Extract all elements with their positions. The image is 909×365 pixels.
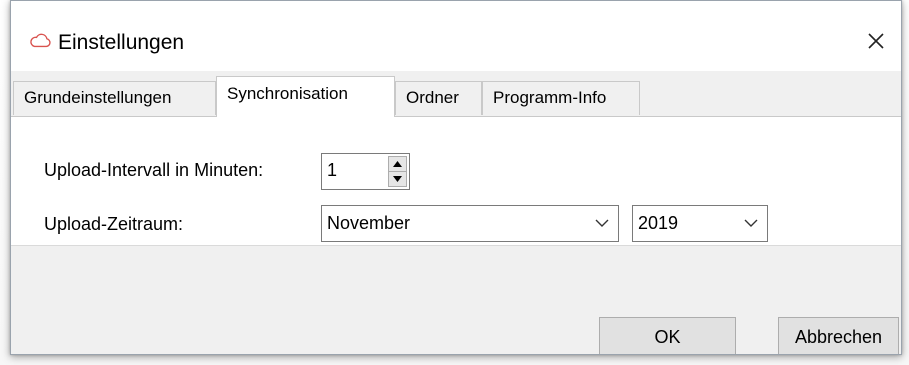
triangle-down-icon — [393, 175, 402, 182]
year-dropdown[interactable]: 2019 — [632, 205, 768, 242]
year-value: 2019 — [638, 213, 679, 233]
triangle-up-icon — [393, 160, 402, 167]
cloud-icon — [30, 33, 51, 48]
chevron-down-icon — [744, 219, 758, 227]
title-bar: Einstellungen — [11, 1, 901, 71]
tab-synchronisation[interactable]: Synchronisation — [216, 76, 395, 117]
screen-background: Einstellungen Grundeinstellungen Synchro… — [0, 0, 909, 365]
settings-dialog: Einstellungen Grundeinstellungen Synchro… — [10, 0, 902, 355]
cancel-button[interactable]: Abbrechen — [778, 317, 899, 354]
synchronisation-panel: Upload-Intervall in Minuten: 1 Upload-Ze… — [11, 116, 901, 246]
upload-period-label: Upload-Zeitraum: — [44, 214, 184, 234]
tab-programm-info[interactable]: Programm-Info — [482, 81, 640, 115]
stepper-buttons — [388, 156, 407, 187]
chevron-down-icon — [595, 219, 609, 227]
ok-button[interactable]: OK — [599, 317, 736, 354]
tab-strip: Grundeinstellungen Synchronisation Ordne… — [13, 75, 901, 117]
dialog-title: Einstellungen — [58, 31, 185, 54]
month-value: November — [327, 213, 411, 233]
tab-ordner[interactable]: Ordner — [395, 81, 482, 115]
stepper-up-button[interactable] — [389, 157, 406, 172]
dialog-client-area: Grundeinstellungen Synchronisation Ordne… — [11, 71, 901, 354]
upload-interval-value[interactable]: 1 — [327, 160, 337, 181]
upload-interval-stepper[interactable]: 1 — [321, 153, 410, 190]
tab-grundeinstellungen[interactable]: Grundeinstellungen — [13, 81, 216, 115]
close-icon[interactable] — [861, 26, 891, 56]
month-dropdown[interactable]: November — [321, 205, 619, 242]
upload-interval-label: Upload-Intervall in Minuten: — [44, 160, 264, 180]
stepper-down-button[interactable] — [389, 172, 406, 187]
